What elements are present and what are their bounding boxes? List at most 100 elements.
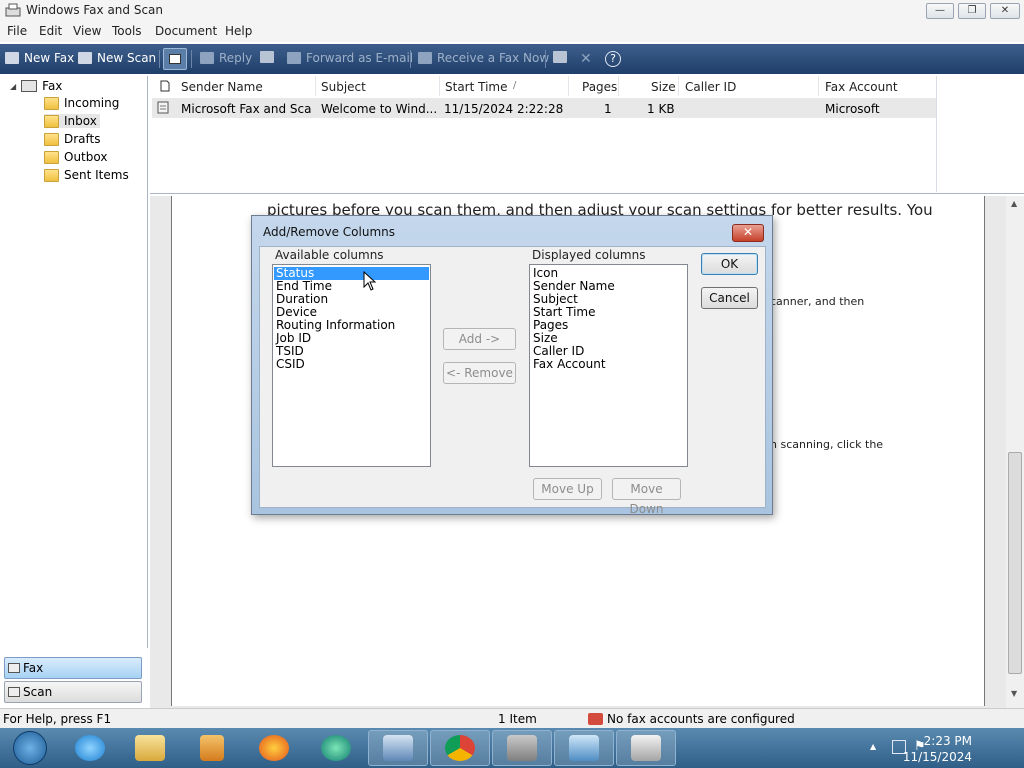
forward-label: Forward as E-mail — [306, 51, 414, 65]
nav-scan-button[interactable]: Scan — [4, 681, 142, 703]
system-clock[interactable]: 2:23 PM 11/15/2024 — [903, 733, 972, 765]
taskbar-firefox[interactable] — [244, 730, 304, 766]
start-button[interactable] — [0, 730, 60, 766]
menu-tools[interactable]: Tools — [112, 24, 142, 38]
tree-item-sent-items[interactable]: Sent Items — [44, 168, 129, 182]
tree-item-label: Sent Items — [64, 168, 129, 182]
cell-size: 1 KB — [647, 102, 675, 116]
menu-document[interactable]: Document — [155, 24, 217, 38]
dialog-close-button[interactable]: ✕ — [732, 224, 764, 242]
column-header-start-time[interactable]: Start Time — [445, 80, 508, 94]
clock-time: 2:23 PM — [923, 734, 972, 748]
column-divider — [439, 76, 440, 96]
preview-scrollbar[interactable]: ▲ ▼ — [1006, 196, 1024, 708]
taskbar-media-player[interactable] — [182, 730, 242, 766]
scroll-down-icon[interactable]: ▼ — [1011, 689, 1017, 698]
reply-button[interactable]: Reply — [200, 51, 252, 65]
tree-item-outbox[interactable]: Outbox — [44, 150, 107, 164]
taskbar-fax-scan[interactable] — [616, 730, 676, 766]
new-scan-label: New Scan — [97, 51, 157, 65]
sort-arrow-icon: / — [513, 80, 517, 91]
toolbar: New Fax New Scan Reply Forward as E-mail… — [0, 44, 1024, 74]
printer-icon — [553, 51, 567, 63]
list-item[interactable]: Fax Account — [533, 358, 606, 371]
taskbar-edge[interactable] — [306, 730, 366, 766]
ok-button[interactable]: OK — [701, 253, 758, 275]
print-document-button[interactable] — [553, 51, 567, 63]
taskbar-internet-explorer[interactable] — [60, 730, 120, 766]
document-icon — [160, 80, 170, 92]
add-remove-columns-dialog: Add/Remove Columns ✕ Available columns S… — [251, 215, 773, 516]
scrollbar-thumb[interactable] — [1008, 452, 1022, 674]
cancel-button[interactable]: Cancel — [701, 287, 758, 309]
forward-email-icon — [287, 52, 301, 64]
taskbar-explorer[interactable] — [120, 730, 180, 766]
drafts-folder-icon — [44, 132, 59, 146]
new-fax-button[interactable]: New Fax — [5, 51, 74, 65]
delete-button[interactable]: ✕ — [580, 51, 592, 67]
nav-fax-button[interactable]: Fax — [4, 657, 142, 679]
remove-column-button[interactable]: <- Remove — [443, 362, 516, 384]
displayed-columns-list[interactable]: Icon Sender Name Subject Start Time Page… — [529, 264, 688, 467]
menu-help[interactable]: Help — [225, 24, 252, 38]
column-header-fax-account[interactable]: Fax Account — [825, 80, 898, 94]
taskbar-fax-app[interactable] — [368, 730, 428, 766]
move-up-button[interactable]: Move Up — [533, 478, 602, 500]
column-header-sender[interactable]: Sender Name — [181, 80, 263, 94]
fax-scan-app-icon — [4, 3, 22, 17]
tree-item-label: Outbox — [64, 150, 108, 164]
folder-icon — [135, 735, 165, 761]
menu-file[interactable]: File — [7, 24, 27, 38]
table-row[interactable]: Microsoft Fax and Sca... Welcome to Wind… — [152, 98, 936, 118]
status-bar: For Help, press F1 1 Item No fax account… — [0, 708, 1024, 728]
nav-scan-label: Scan — [23, 685, 53, 699]
column-header-subject[interactable]: Subject — [321, 80, 366, 94]
collapse-arrow-icon[interactable]: ◢ — [10, 82, 16, 91]
taskbar-file-cabinet[interactable] — [492, 730, 552, 766]
preview-text-fragment: n scanning, click the — [770, 438, 884, 451]
edge-icon — [321, 735, 351, 761]
internet-explorer-icon — [75, 735, 105, 761]
close-window-button[interactable]: ✕ — [990, 3, 1020, 19]
column-icon-header[interactable] — [160, 80, 170, 95]
print-button[interactable] — [260, 51, 274, 63]
column-header-caller-id[interactable]: Caller ID — [685, 80, 736, 94]
sent-items-folder-icon — [44, 168, 59, 182]
available-columns-list[interactable]: Status End Time Duration Device Routing … — [272, 264, 431, 467]
taskbar-chrome[interactable] — [430, 730, 490, 766]
receive-fax-button[interactable]: Receive a Fax Now — [418, 51, 549, 65]
minimize-button[interactable]: — — [926, 3, 954, 19]
column-header-pages[interactable]: Pages — [582, 80, 617, 94]
help-button[interactable]: ? — [605, 51, 621, 67]
menu-edit[interactable]: Edit — [39, 24, 62, 38]
menu-view[interactable]: View — [73, 24, 101, 38]
clock-date: 11/15/2024 — [902, 750, 972, 764]
tree-root-label: Fax — [42, 79, 63, 93]
tree-node-fax[interactable]: ◢ Fax — [10, 79, 62, 93]
list-divider — [936, 76, 937, 192]
tree-item-inbox[interactable]: Inbox — [44, 114, 100, 128]
receive-fax-icon — [418, 52, 432, 64]
preview-toggle-button[interactable] — [163, 48, 187, 70]
taskbar-control-panel[interactable] — [554, 730, 614, 766]
toolbar-divider — [545, 50, 546, 68]
show-hidden-icons[interactable]: ▲ — [870, 742, 876, 751]
window-title: Windows Fax and Scan — [26, 3, 164, 17]
cell-fax-account: Microsoft — [825, 102, 880, 116]
tree-item-label: Inbox — [64, 114, 97, 128]
column-header-size[interactable]: Size — [651, 80, 676, 94]
fax-icon — [5, 52, 19, 64]
forward-email-button[interactable]: Forward as E-mail — [287, 51, 413, 65]
restore-button[interactable]: ❐ — [958, 3, 986, 19]
cell-pages: 1 — [604, 102, 612, 116]
scroll-up-icon[interactable]: ▲ — [1011, 199, 1017, 208]
add-column-button[interactable]: Add -> — [443, 328, 516, 350]
cell-sender: Microsoft Fax and Sca... — [181, 102, 311, 116]
tree-item-drafts[interactable]: Drafts — [44, 132, 101, 146]
incoming-folder-icon — [44, 96, 59, 110]
move-down-button[interactable]: Move Down — [612, 478, 681, 516]
tree-item-incoming[interactable]: Incoming — [44, 96, 119, 110]
fax-icon — [8, 663, 20, 673]
new-scan-button[interactable]: New Scan — [78, 51, 156, 65]
list-item[interactable]: CSID — [276, 358, 305, 371]
